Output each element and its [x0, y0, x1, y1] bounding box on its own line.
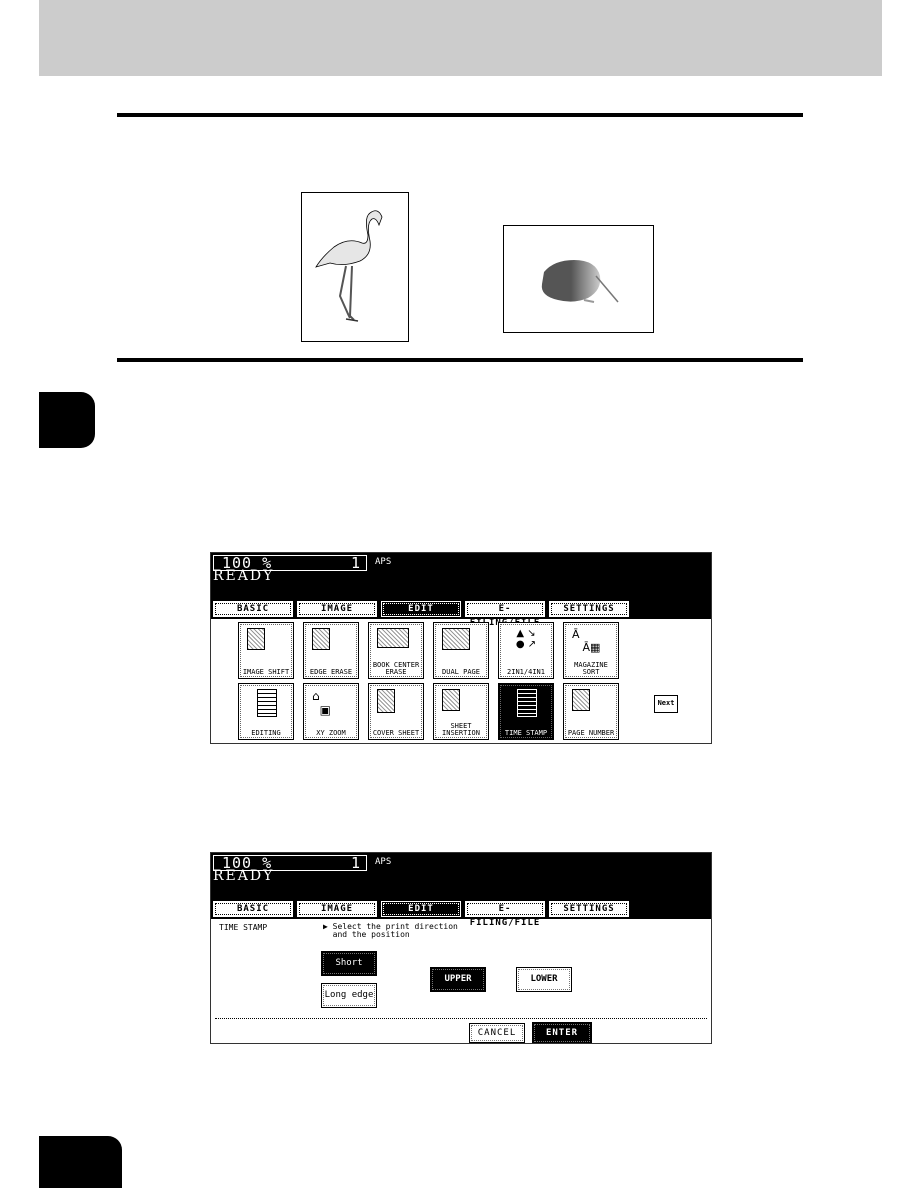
- tab-e-filing-file[interactable]: E-FILING/FILE: [465, 901, 545, 928]
- image-shift-button[interactable]: IMAGE SHIFT: [238, 622, 294, 679]
- tab-image[interactable]: IMAGE: [297, 601, 377, 617]
- tab-image[interactable]: IMAGE: [297, 901, 377, 917]
- xy-zoom-icon: ⌂ ▣: [312, 689, 331, 717]
- time-stamp-icon: [517, 689, 537, 717]
- status-bar: 100 % 1 APS READY BASIC IMAGE EDIT E-FIL…: [211, 853, 711, 928]
- sheet-insertion-icon: [442, 689, 460, 711]
- portrait-original-illustration: [301, 192, 409, 342]
- long-edge-button[interactable]: Long edge: [321, 983, 377, 1008]
- machine-status: READY: [213, 568, 275, 584]
- 2in1-4in1-button[interactable]: ▲ ↘ ● ↗ 2IN1/4IN1: [498, 622, 554, 679]
- tab-basic[interactable]: BASIC: [213, 601, 293, 617]
- tab-edit[interactable]: EDIT: [381, 601, 461, 617]
- book-center-erase-button[interactable]: BOOK CENTER ERASE: [368, 622, 424, 679]
- 2in1-4in1-icon: ▲ ↘ ● ↗: [515, 628, 537, 650]
- copy-count: 1: [350, 554, 360, 572]
- image-shift-icon: [247, 628, 265, 650]
- screen-title: TIME STAMP: [219, 923, 268, 932]
- instruction-text: ▶ Select the print direction and the pos…: [323, 922, 458, 939]
- page-header-band: [39, 0, 882, 76]
- tab-settings[interactable]: SETTINGS: [549, 601, 629, 617]
- book-center-erase-icon: [377, 628, 409, 648]
- machine-status: READY: [213, 868, 275, 884]
- tab-settings[interactable]: SETTINGS: [549, 901, 629, 917]
- short-edge-button[interactable]: Short edge: [321, 951, 377, 991]
- magazine-sort-button[interactable]: Ā Ā▦ MAGAZINE SORT: [563, 622, 619, 679]
- function-grid: IMAGE SHIFT EDGE ERASE BOOK CENTER ERASE…: [211, 619, 711, 741]
- status-bar: 100 % 1 APS READY BASIC IMAGE EDIT E-FIL…: [211, 553, 711, 628]
- page-number-tab: [39, 1136, 122, 1188]
- kiwi-icon: [541, 260, 619, 303]
- edit-menu-panel: 100 % 1 APS READY BASIC IMAGE EDIT E-FIL…: [210, 552, 712, 744]
- cancel-button[interactable]: CANCEL: [469, 1023, 525, 1043]
- magazine-sort-icon: Ā Ā▦: [572, 628, 601, 654]
- tab-edit[interactable]: EDIT: [381, 901, 461, 917]
- sheet-insertion-button[interactable]: SHEET INSERTION: [433, 683, 489, 740]
- landscape-original-illustration: [503, 225, 654, 333]
- paper-mode: APS: [375, 557, 392, 567]
- divider: [215, 1018, 707, 1019]
- time-stamp-button[interactable]: TIME STAMP: [498, 683, 554, 740]
- section-rule-bottom: [117, 358, 803, 362]
- flamingo-icon: [315, 210, 383, 322]
- upper-button[interactable]: UPPER: [430, 967, 486, 992]
- xy-zoom-button[interactable]: ⌂ ▣ XY ZOOM: [303, 683, 359, 740]
- tab-e-filing-file[interactable]: E-FILING/FILE: [465, 601, 545, 628]
- cover-sheet-button[interactable]: COVER SHEET: [368, 683, 424, 740]
- enter-button[interactable]: ENTER: [532, 1022, 592, 1043]
- lower-button[interactable]: LOWER: [516, 967, 572, 992]
- dual-page-icon: [442, 628, 470, 650]
- edge-erase-icon: [312, 628, 330, 650]
- cover-sheet-icon: [377, 689, 395, 713]
- paper-mode: APS: [375, 857, 392, 867]
- time-stamp-panel: 100 % 1 APS READY BASIC IMAGE EDIT E-FIL…: [210, 852, 712, 1044]
- page-number-icon: [572, 689, 590, 711]
- chapter-tab: [39, 392, 95, 448]
- dual-page-button[interactable]: DUAL PAGE: [433, 622, 489, 679]
- editing-icon: [257, 689, 277, 717]
- section-rule-top: [117, 113, 803, 117]
- editing-button[interactable]: EDITING: [238, 683, 294, 740]
- page-number-button[interactable]: PAGE NUMBER: [563, 683, 619, 740]
- copy-count: 1: [350, 854, 360, 872]
- tab-basic[interactable]: BASIC: [213, 901, 293, 917]
- next-page-button[interactable]: Next: [654, 695, 678, 713]
- edge-erase-button[interactable]: EDGE ERASE: [303, 622, 359, 679]
